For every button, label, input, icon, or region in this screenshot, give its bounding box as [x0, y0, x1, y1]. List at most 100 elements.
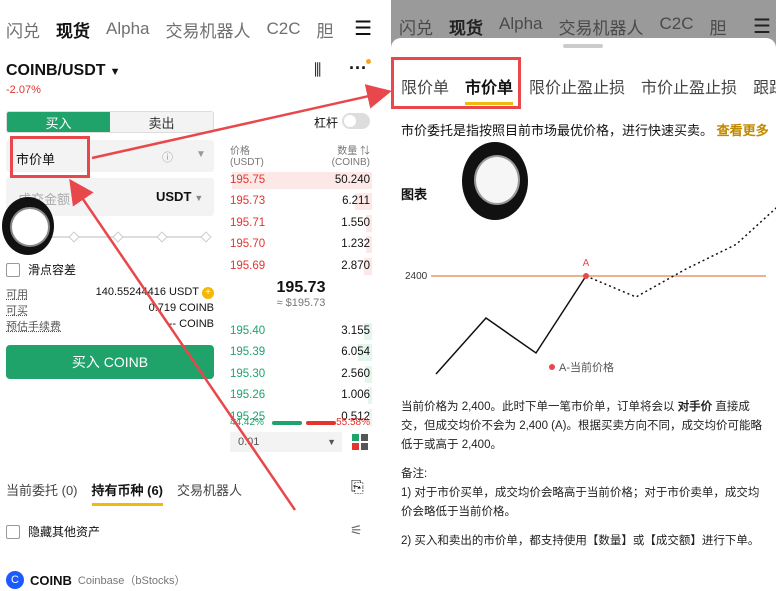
buy-sell-ratio: 44.42% 55.58% [230, 417, 372, 429]
note-1: 1) 对于市价买单，成交均价会略高于当前价格；对于市价卖单，成交均价会略低于当前… [401, 487, 760, 518]
asset-name: Coinbase（bStocks） [77, 575, 186, 587]
note-p1a: 当前价格为 2,400。此时下单一笔市价单，订单将会以 [401, 401, 675, 413]
ask-price: 195.75 [230, 174, 266, 186]
ask-price: 195.73 [230, 195, 266, 208]
last-price: 195.73 [276, 278, 326, 296]
ask-row[interactable]: 195.69 2.870 [230, 256, 372, 277]
ask-row[interactable]: 195.73 6.211 [230, 191, 372, 212]
tab-holdings[interactable]: 持有币种 (6) [91, 480, 164, 506]
bid-row[interactable]: 195.26 1.006 [230, 385, 372, 406]
description-text: 市价委托是指按照目前市场最优价格，进行快速买卖。 [401, 123, 714, 138]
hamburger-icon[interactable]: ☰ [354, 16, 372, 41]
order-book: 价格 (USDT) 数量 ⇅ (COINB) 195.75 50.240 195.7… [230, 142, 372, 428]
chart-legend: A-当前价格 [559, 360, 614, 374]
amount-unit-select[interactable]: USDT ▼ [156, 189, 203, 204]
nav-item-c2c[interactable]: C2C [266, 19, 300, 39]
precision-select[interactable]: 0.01 ▼ [230, 432, 342, 452]
available-value: 140.55244416 USDT [95, 286, 199, 298]
nav-item-convert: 闪兑 [399, 19, 433, 38]
ask-row[interactable]: 195.70 1.232 [230, 234, 372, 255]
fee-value: -- COINB [168, 318, 214, 330]
bottom-tabs: 当前委托 (0) 持有币种 (6) 交易机器人 [6, 480, 242, 506]
buy-button[interactable]: 买入 COINB [6, 345, 214, 379]
slider-stop[interactable] [156, 231, 168, 243]
ask-row[interactable]: 195.71 1.550 [230, 213, 372, 234]
bid-row[interactable]: 195.40 3.155 [230, 321, 372, 342]
tab-open-orders[interactable]: 当前委托 (0) [6, 480, 78, 506]
filter-icon[interactable]: ⚟ [350, 522, 363, 539]
nav-item-truncated[interactable]: 胆 [317, 17, 334, 42]
slippage-option[interactable]: 滑点容差 [6, 261, 76, 278]
depth-layout-icon[interactable] [352, 434, 368, 450]
nav-item-bots: 交易机器人 [558, 19, 644, 38]
note-remark: 备注: [401, 468, 428, 480]
pair-selector[interactable]: COINB/USDT ▼ [6, 62, 120, 80]
ask-quantity: 2.870 [341, 259, 370, 272]
leverage-toggle[interactable] [342, 113, 370, 129]
qty-header[interactable]: 数量 ⇅ (COINB) [332, 142, 370, 168]
learn-more-link[interactable]: 查看更多 [717, 123, 769, 138]
bid-price: 195.39 [230, 346, 266, 359]
bid-row[interactable]: 195.39 6.054 [230, 342, 372, 363]
slippage-checkbox[interactable] [6, 262, 20, 277]
nav-item-alpha[interactable]: Alpha [106, 19, 149, 39]
order-history-icon[interactable]: ⎘ [351, 479, 364, 497]
sell-tab[interactable]: 卖出 [110, 112, 213, 132]
slider-stop[interactable] [112, 231, 124, 243]
notification-dot [366, 59, 371, 64]
slider-stop[interactable] [68, 231, 80, 243]
coinbase-logo-icon: C [6, 571, 24, 589]
ask-row[interactable]: 195.75 50.240 [230, 170, 372, 191]
trade-screen: 闪兑 现货 Alpha 交易机器人 C2C 胆 ☰ COINB/USDT ▼ -2… [0, 0, 380, 591]
nav-item-c2c: C2C [659, 14, 694, 33]
hide-assets-label: 隐藏其他资产 [28, 525, 101, 539]
touch-indicator [2, 197, 54, 255]
bid-row[interactable]: 195.30 2.560 [230, 364, 372, 385]
bid-price: 195.30 [230, 367, 266, 380]
add-funds-icon[interactable]: + [202, 287, 214, 299]
price-header: 价格 (USDT) [230, 146, 264, 168]
market-order-notes: 当前价格为 2,400。此时下单一笔市价单，订单将会以 对手价 直接成交，但成交… [401, 398, 769, 561]
bid-quantity: 1.006 [341, 389, 370, 402]
nav-item-convert[interactable]: 闪兑 [6, 17, 40, 42]
candlestick-icon[interactable]: ⫼ [314, 62, 321, 80]
price-level-label: 2400 [405, 271, 428, 282]
tab-trailing[interactable]: 跟踪 [753, 74, 776, 105]
asset-row[interactable]: C COINB Coinbase（bStocks） [6, 571, 186, 589]
ask-price: 195.71 [230, 216, 266, 229]
bid-quantity: 6.054 [341, 346, 370, 359]
hide-assets-checkbox[interactable] [6, 524, 20, 539]
info-icon[interactable]: ⓘ [162, 149, 173, 165]
hamburger-icon: ☰ [753, 16, 771, 38]
sell-ratio-bar [306, 421, 336, 425]
amount-slider[interactable] [24, 231, 212, 243]
hide-other-assets[interactable]: 隐藏其他资产 [6, 523, 100, 540]
tab-market-tpsl[interactable]: 市价止盈止损 [641, 74, 737, 105]
nav-item-bots[interactable]: 交易机器人 [165, 17, 250, 42]
available-label[interactable]: 可用 [6, 286, 28, 302]
sheet-drag-handle[interactable] [563, 44, 603, 48]
note-p1b: 对手价 [677, 401, 713, 413]
dropdown-icon: ▼ [194, 193, 204, 203]
buy-sell-switch: 买入 卖出 [6, 111, 214, 133]
ask-quantity: 6.211 [342, 195, 370, 208]
precision-value: 0.01 [238, 436, 260, 448]
tab-limit-tpsl[interactable]: 限价止盈止损 [529, 74, 625, 105]
fee-label[interactable]: 预估手续费 [6, 318, 61, 334]
order-type-help-screen: 闪兑 现货 Alpha 交易机器人 C2C 胆 ☰ 限价单 市价单 限价止盈止损… [391, 0, 776, 591]
bid-quantity: 2.560 [341, 367, 370, 380]
market-order-chart: 2400 A A-当前价格 [405, 207, 776, 375]
ask-quantity: 50.240 [334, 174, 370, 186]
balance-info: 可用 140.55244416 USDT + 可买 0.719 COINB 预估手续费… [6, 286, 214, 334]
tab-bots[interactable]: 交易机器人 [177, 480, 242, 506]
nav-item-spot[interactable]: 现货 [56, 17, 90, 42]
amount-unit: USDT [156, 189, 192, 204]
more-icon[interactable]: ··· [349, 58, 367, 79]
buy-tab[interactable]: 买入 [7, 112, 110, 132]
slider-stop[interactable] [200, 231, 212, 243]
point-a-label: A [583, 258, 590, 269]
highlight-box-order-type [10, 136, 90, 178]
dropdown-icon: ▼ [196, 149, 206, 160]
mid-price[interactable]: 195.73 ≈ $195.73 [230, 277, 372, 321]
can-buy-label: 可买 [6, 305, 28, 317]
